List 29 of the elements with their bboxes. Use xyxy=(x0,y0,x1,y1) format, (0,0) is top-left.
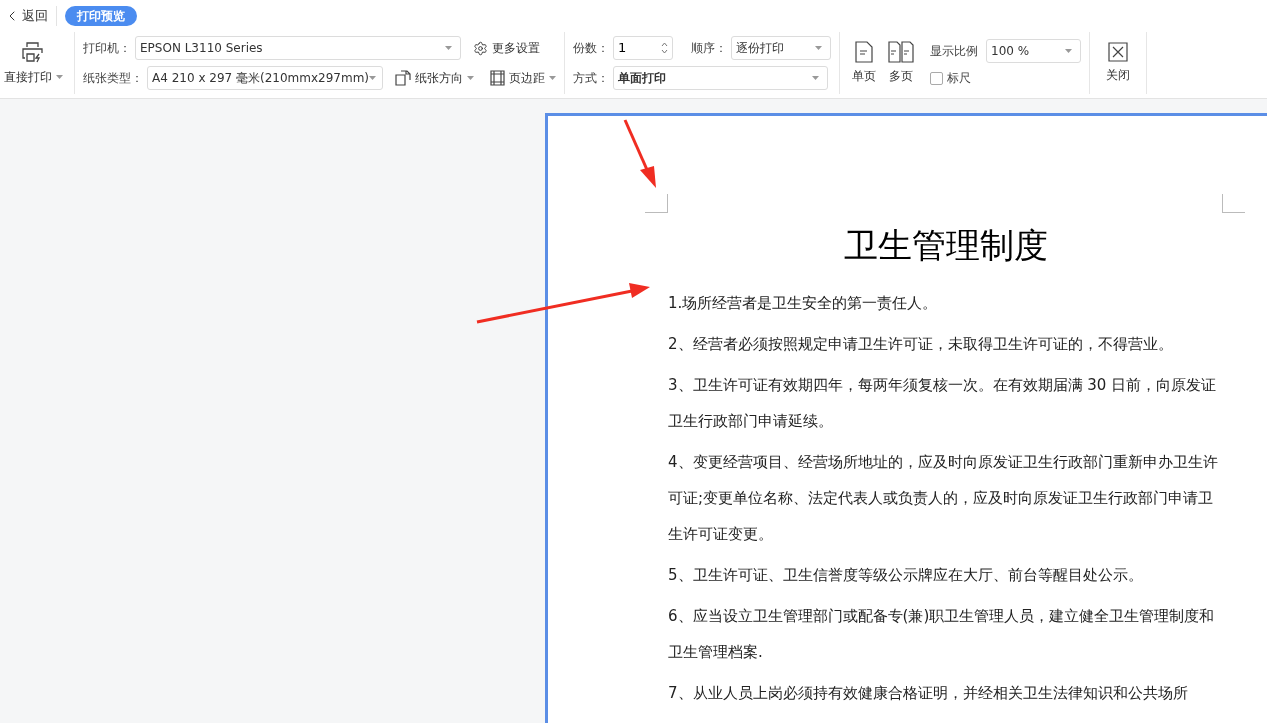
document-paragraph: 5、卫生许可证、卫生信誉度等级公示牌应在大厅、前台等醒目处公示。 xyxy=(668,565,1144,586)
field-label: 打印机： xyxy=(83,40,131,57)
printer-select[interactable]: EPSON L3110 Series xyxy=(135,36,461,60)
order-select[interactable]: 逐份打印 xyxy=(731,36,831,60)
single-page-button[interactable]: 单页 xyxy=(848,32,880,94)
document-paragraph: 2、经营者必须按照规定申请卫生许可证，未取得卫生许可证的，不得营业。 xyxy=(668,334,1174,355)
multi-page-button[interactable]: 多页 xyxy=(884,32,918,94)
field-label: 纸张类型： xyxy=(83,70,143,87)
copies-spinner[interactable]: 1 xyxy=(613,36,673,60)
close-button[interactable]: 关闭 xyxy=(1098,32,1138,94)
direct-print-button[interactable]: 直接打印 xyxy=(0,32,66,94)
paper-select[interactable]: A4 210 x 297 毫米(210mmx297mm) xyxy=(147,66,383,90)
back-button[interactable]: 返回 xyxy=(4,6,57,26)
field-label: 标尺 xyxy=(947,70,971,87)
document-paragraph: 1.场所经营者是卫生安全的第一责任人。 xyxy=(668,293,939,314)
document-title: 卫生管理制度 xyxy=(842,224,1049,267)
document-paragraph: 3、卫生许可证有效期四年，每两年须复核一次。在有效期届满 30 日前，向原发证卫生行政部门申请延续。 xyxy=(668,375,1218,432)
zoom-select[interactable]: 100 % xyxy=(986,39,1081,63)
document-paragraph: 7、从业人员上岗必须持有效健康合格证明，并经相关卫生法律知识和公共场所 xyxy=(668,683,1189,704)
document-paragraph: 4、变更经营项目、经营场所地址的，应及时向原发证卫生行政部门重新申办卫生许可证;变更单位名称、法定代表人或负责人的，应及时向原发证卫生行政部门申请卫生许可证变更。 xyxy=(668,452,1219,545)
field-label: 份数： xyxy=(573,40,609,57)
mode-select[interactable]: 单面打印 xyxy=(613,66,828,90)
more-settings-button[interactable]: 更多设置 xyxy=(473,39,540,57)
field-label: 方式： xyxy=(573,70,609,87)
orientation-button[interactable]: 纸张方向 xyxy=(395,69,474,87)
field-label: 顺序： xyxy=(691,40,727,57)
field-label: 显示比例 xyxy=(930,43,978,60)
margins-button[interactable]: 页边距 xyxy=(490,69,556,87)
document-paragraph: 6、应当设立卫生管理部门或配备专(兼)职卫生管理人员，建立健全卫生管理制度和卫生管理档案. xyxy=(668,606,1216,663)
